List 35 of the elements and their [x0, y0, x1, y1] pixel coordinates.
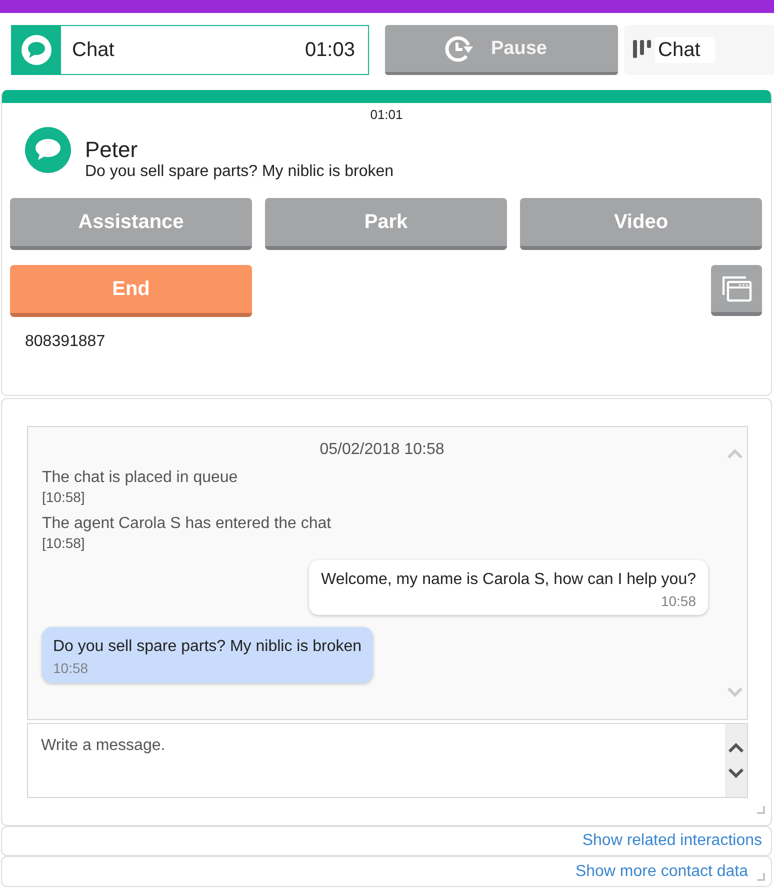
channel-label[interactable]: Chat [655, 37, 716, 63]
scroll-down-icon[interactable] [728, 768, 744, 778]
chat-bubble-icon [25, 127, 71, 173]
chat-session-tab[interactable]: Chat 01:03 [11, 25, 369, 75]
resize-grip-icon[interactable] [757, 873, 765, 881]
session-timer: 01:03 [304, 38, 355, 62]
bars-icon [633, 40, 652, 58]
message-text: Do you sell spare parts? My niblic is broken [53, 637, 362, 657]
message-time: [10:58] [42, 488, 85, 506]
action-button[interactable]: Video [520, 198, 762, 250]
scroll-up-icon[interactable] [728, 743, 744, 753]
message-time: 10:58 [660, 593, 696, 609]
window-button[interactable] [711, 265, 762, 316]
action-button[interactable]: Park [265, 198, 507, 250]
chat-bubble-icon [12, 26, 61, 74]
windows-icon [722, 276, 752, 302]
message-input[interactable]: Write a message. [27, 723, 748, 798]
message-time: [10:58] [42, 534, 85, 552]
message-time: 10:58 [53, 660, 88, 676]
system-message: The agent Carola S has entered the chat [42, 514, 332, 534]
pause-button[interactable]: Pause [385, 25, 618, 75]
resize-grip-icon[interactable] [757, 806, 765, 814]
last-message: Do you sell spare parts? My niblic is broken [85, 162, 394, 182]
expand-link[interactable]: Show related interactions [582, 831, 762, 851]
expand-link[interactable]: Show more contact data [575, 862, 748, 882]
clock-arrow-icon [444, 34, 474, 64]
reference-number: 808391887 [25, 332, 106, 352]
system-message: The chat is placed in queue [42, 468, 238, 488]
interaction-timer: 01:01 [370, 106, 403, 124]
message-text: Welcome, my name is Carola S, how can I help you? [321, 570, 696, 590]
date-label: 05/02/2018 10:58 [320, 440, 444, 460]
scrollbar[interactable] [725, 724, 747, 797]
end-button[interactable]: End [10, 265, 252, 317]
contact-name: Peter [85, 137, 138, 162]
action-button[interactable]: Assistance [10, 198, 252, 250]
